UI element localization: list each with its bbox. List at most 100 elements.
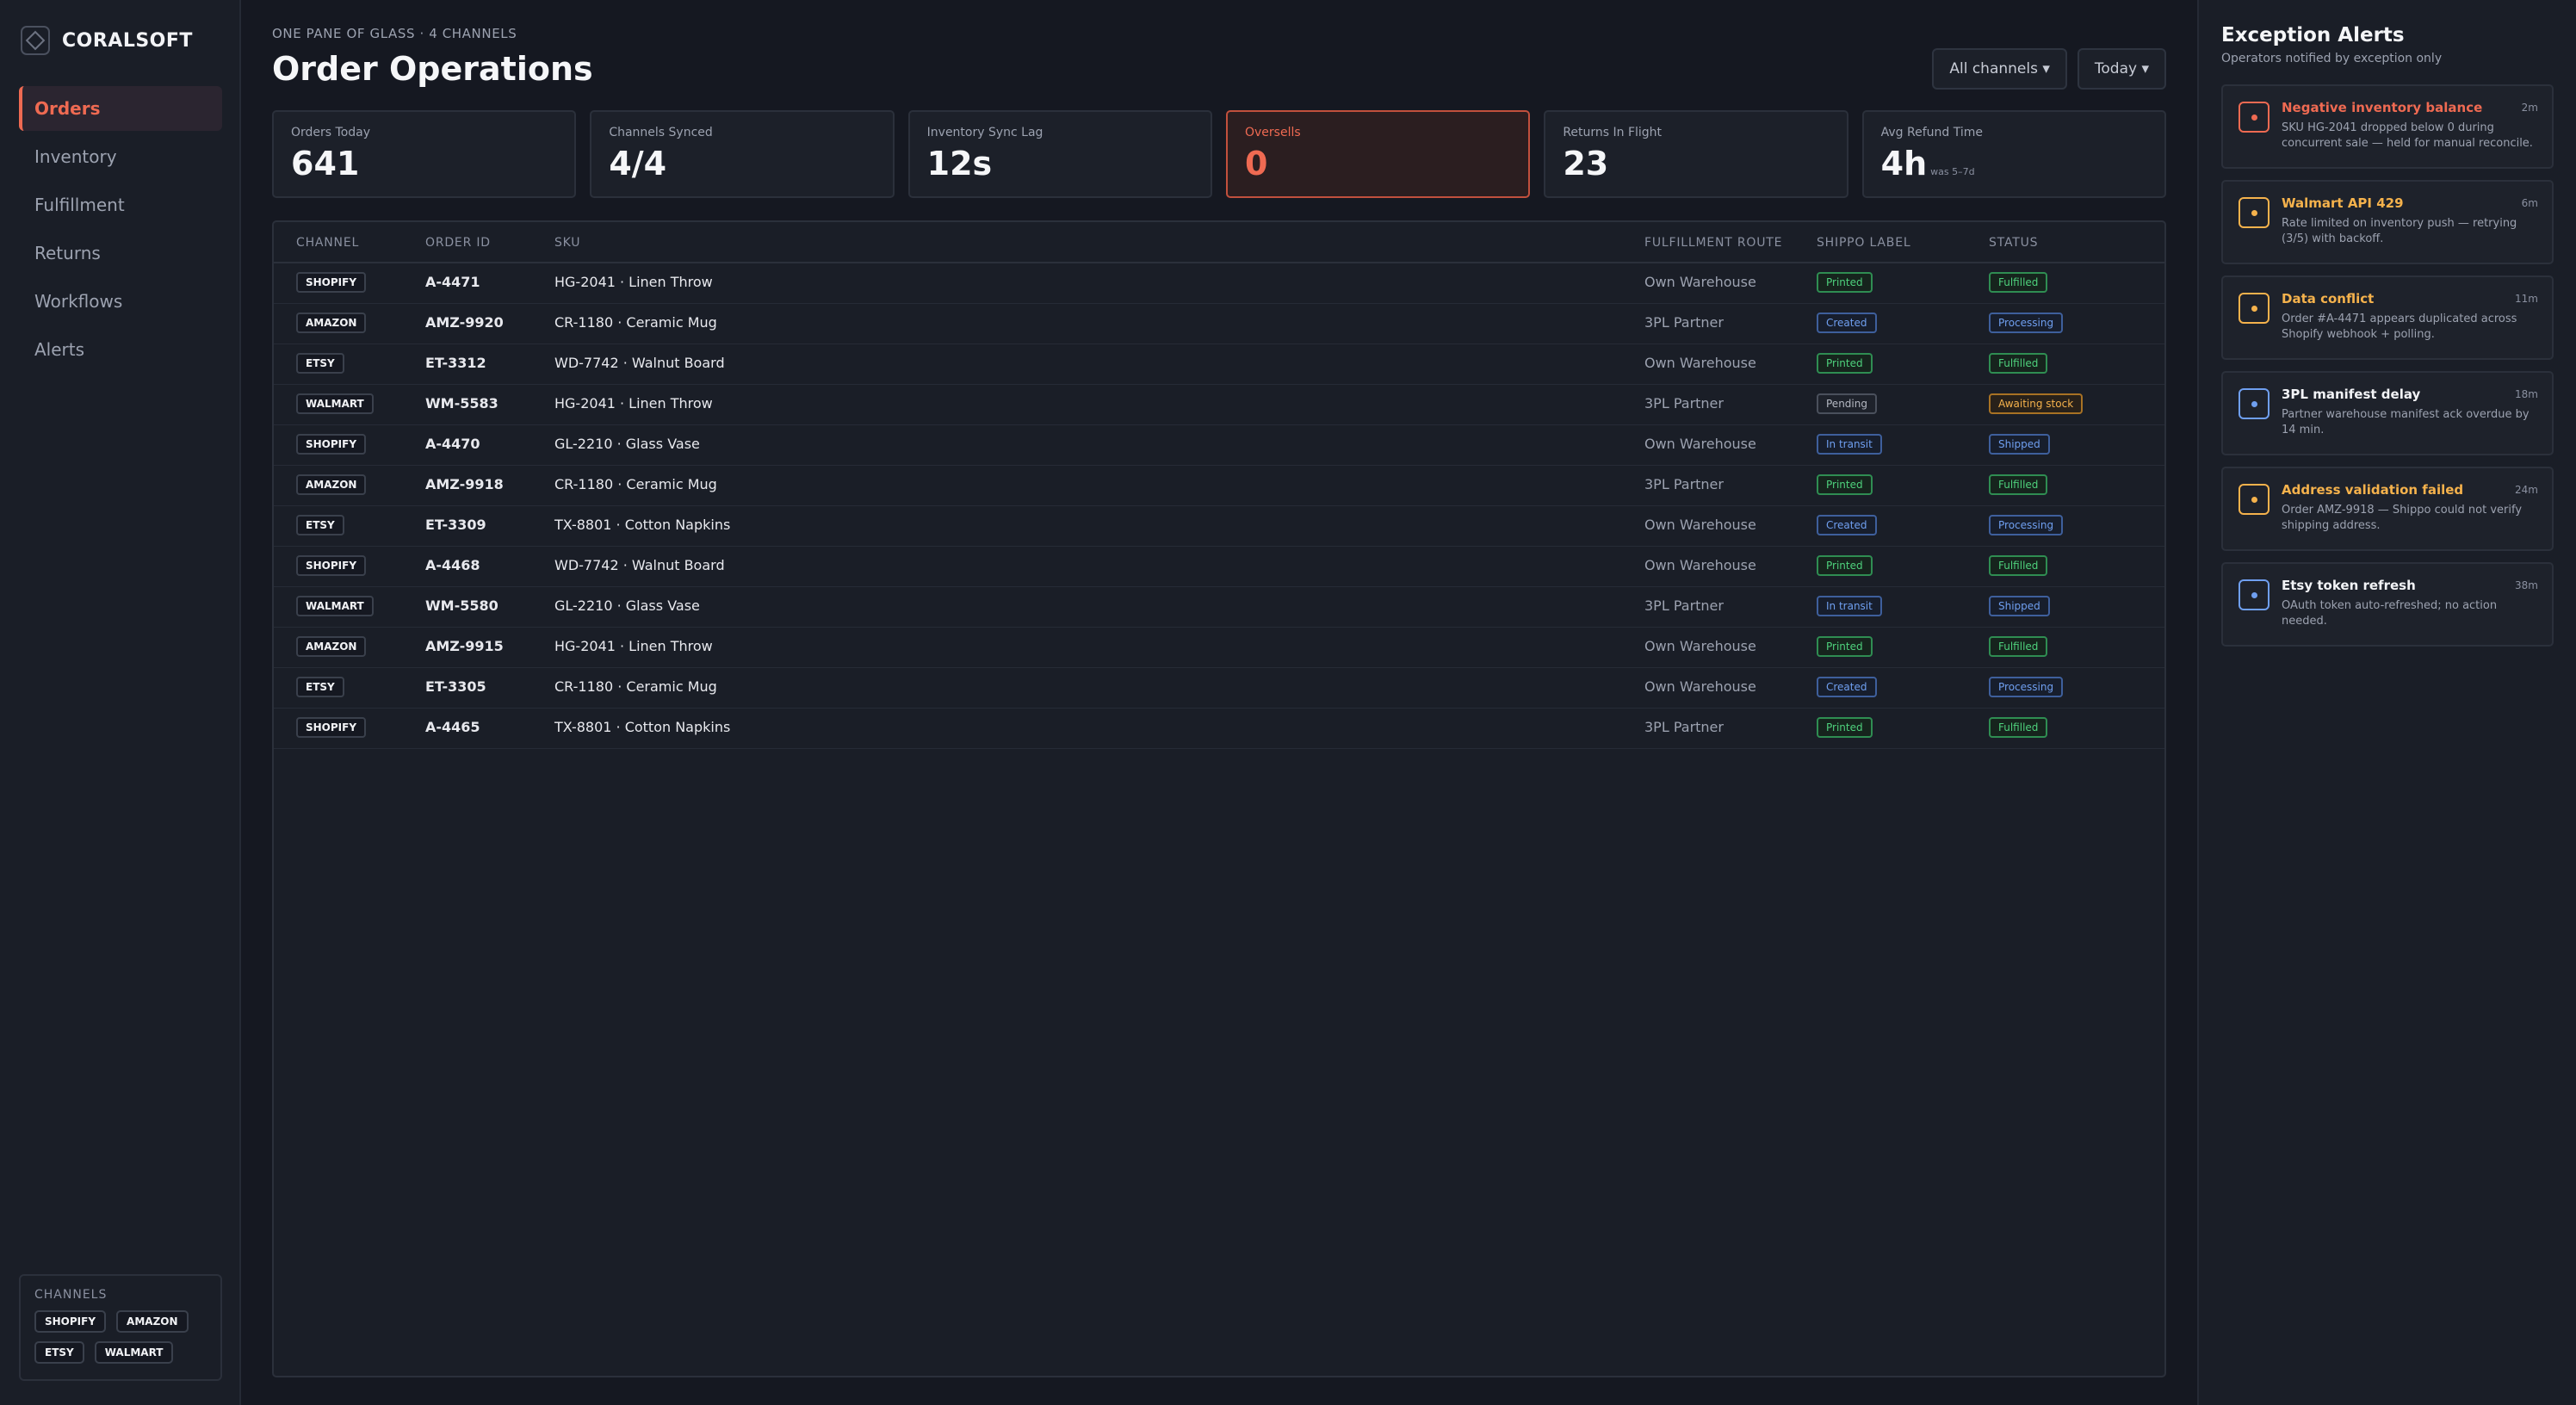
label-cell: Printed [1817, 272, 1873, 293]
label-cell: Pending [1817, 393, 1877, 414]
order-id[interactable]: A-4465 [425, 719, 480, 735]
table-row[interactable]: ETSY ET-3305 CR-1180 · Ceramic Mug Own Ware… [274, 668, 2164, 709]
channel-chip[interactable]: AMAZON [116, 1310, 189, 1333]
table-row[interactable]: AMAZON AMZ-9920 CR-1180 · Ceramic Mug 3PL P… [274, 304, 2164, 344]
column-header-channel[interactable]: CHANNEL [296, 236, 359, 250]
brand[interactable]: CORALSOFT [21, 26, 193, 55]
nav-item-fulfillment[interactable]: Fulfillment [19, 183, 222, 227]
table-row[interactable]: AMAZON AMZ-9918 CR-1180 · Ceramic Mug 3PL P… [274, 466, 2164, 506]
date-filter-dropdown[interactable]: Today ▾ [2077, 48, 2166, 90]
alert-title: Data conflict [2282, 291, 2375, 306]
order-id[interactable]: AMZ-9920 [425, 314, 504, 331]
alert-card[interactable]: Walmart API 429 6m Rate limited on invento… [2221, 180, 2554, 264]
channel-chip[interactable]: SHOPIFY [34, 1310, 107, 1333]
stat-value: 23 [1563, 145, 1609, 183]
alerts-subtitle: Operators notified by exception only [2221, 52, 2443, 65]
status-badge: Fulfilled [1989, 272, 2048, 293]
stat-card-channels-synced: Channels Synced 4/4 [590, 110, 895, 198]
stat-card-returns-in-flight: Returns In Flight 23 [1544, 110, 1848, 198]
channel-badge: ETSY [296, 515, 344, 535]
stat-label: Avg Refund Time [1880, 126, 1984, 139]
alert-body: Order #A-4471 appears duplicated across … [2282, 313, 2517, 341]
order-id[interactable]: A-4468 [425, 557, 480, 573]
table-row[interactable]: ETSY ET-3312 WD-7742 · Walnut Board Own War… [274, 344, 2164, 385]
channel-badge: AMAZON [296, 636, 367, 657]
order-id[interactable]: ET-3309 [425, 517, 486, 533]
alert-card[interactable]: Data conflict 11m Order #A-4471 appears du… [2221, 275, 2554, 360]
status-badge: Fulfilled [1989, 636, 2048, 657]
channels-filter-dropdown[interactable]: All channels ▾ [1932, 48, 2067, 90]
channel-badge: WALMART [296, 596, 374, 616]
column-header-status[interactable]: STATUS [1989, 236, 2038, 250]
stats-row: Orders Today 641 Channels Synced 4/4 Inv… [272, 110, 2166, 198]
status-cell: Shipped [1989, 434, 2050, 455]
order-id[interactable]: AMZ-9915 [425, 638, 504, 654]
channels-title: CHANNELS [34, 1288, 108, 1302]
table-row[interactable]: ETSY ET-3309 TX-8801 · Cotton Napkins Own W… [274, 506, 2164, 547]
stat-value: 4h was 5–7d [1881, 145, 2147, 183]
channel-badge: AMAZON [296, 474, 367, 495]
channel-cell: AMAZON [296, 474, 367, 495]
order-id[interactable]: ET-3312 [425, 355, 486, 371]
table-row[interactable]: SHOPIFY A-4471 HG-2041 · Linen Throw Own Wa… [274, 263, 2164, 304]
order-id[interactable]: WM-5583 [425, 395, 498, 412]
nav-item-orders[interactable]: Orders [19, 86, 222, 131]
shippo-label-badge: Created [1817, 313, 1877, 333]
table-row[interactable]: AMAZON AMZ-9915 HG-2041 · Linen Throw Own W… [274, 628, 2164, 668]
order-id[interactable]: WM-5580 [425, 597, 498, 614]
stat-card-inventory-sync-lag: Inventory Sync Lag 12s [907, 110, 1212, 198]
alert-title: Negative inventory balance [2282, 100, 2483, 115]
nav-item-alerts[interactable]: Alerts [19, 327, 222, 372]
alert-card[interactable]: Etsy token refresh 38m OAuth token auto-re… [2221, 562, 2554, 647]
page-eyebrow: ONE PANE OF GLASS · 4 CHANNELS [272, 26, 517, 41]
table-row[interactable]: WALMART WM-5583 HG-2041 · Linen Throw 3PL P… [274, 385, 2164, 425]
alert-card[interactable]: Address validation failed 24m Order AMZ-99… [2221, 467, 2554, 551]
sku: CR-1180 · Ceramic Mug [554, 678, 717, 695]
status-badge: Fulfilled [1989, 353, 2048, 374]
alert-time: 2m [2521, 102, 2538, 114]
alert-title: 3PL manifest delay [2282, 387, 2421, 402]
nav-item-returns[interactable]: Returns [19, 231, 222, 275]
table-row[interactable]: WALMART WM-5580 GL-2210 · Glass Vase 3PL Pa… [274, 587, 2164, 628]
status-cell: Fulfilled [1989, 636, 2048, 657]
alert-severity-icon [2239, 293, 2269, 324]
alert-severity-icon [2239, 484, 2269, 515]
table-row[interactable]: SHOPIFY A-4468 WD-7742 · Walnut Board Own W… [274, 547, 2164, 587]
order-id[interactable]: AMZ-9918 [425, 476, 504, 492]
channel-cell: SHOPIFY [296, 434, 367, 455]
sku: CR-1180 · Ceramic Mug [554, 314, 717, 331]
stat-card-orders-today: Orders Today 641 [272, 110, 577, 198]
fulfillment-route: 3PL Partner [1644, 719, 1724, 735]
stat-value: 4/4 [609, 145, 667, 183]
alert-time: 24m [2515, 484, 2538, 496]
shippo-label-badge: Created [1817, 515, 1877, 535]
status-badge: Shipped [1989, 434, 2050, 455]
stat-value: 0 [1244, 145, 1268, 183]
nav-item-inventory[interactable]: Inventory [19, 134, 222, 179]
channel-cell: SHOPIFY [296, 555, 367, 576]
order-id[interactable]: A-4471 [425, 274, 480, 290]
column-header-label[interactable]: SHIPPO LABEL [1817, 236, 1910, 250]
alert-card[interactable]: Negative inventory balance 2m SKU HG-2041 … [2221, 84, 2554, 169]
status-badge: Fulfilled [1989, 474, 2048, 495]
alert-list: Negative inventory balance 2m SKU HG-2041 … [2221, 84, 2554, 647]
alert-severity-icon [2239, 579, 2269, 610]
alert-time: 38m [2515, 579, 2538, 591]
sku: GL-2210 · Glass Vase [554, 436, 700, 452]
column-header-route[interactable]: FULFILLMENT ROUTE [1644, 236, 1782, 250]
filters: All channels ▾ Today ▾ [1932, 48, 2166, 90]
shippo-label-badge: In transit [1817, 434, 1882, 455]
table-row[interactable]: SHOPIFY A-4465 TX-8801 · Cotton Napkins 3PL… [274, 709, 2164, 749]
order-id[interactable]: ET-3305 [425, 678, 486, 695]
nav-item-workflows[interactable]: Workflows [19, 279, 222, 324]
label-cell: Printed [1817, 353, 1873, 374]
diamond-logo-icon [21, 26, 50, 55]
channel-chip[interactable]: WALMART [94, 1341, 174, 1364]
table-row[interactable]: SHOPIFY A-4470 GL-2210 · Glass Vase Own War… [274, 425, 2164, 466]
stat-value: 641 [291, 145, 360, 183]
column-header-order-id[interactable]: ORDER ID [425, 236, 491, 250]
order-id[interactable]: A-4470 [425, 436, 480, 452]
column-header-sku[interactable]: SKU [554, 236, 580, 250]
alert-card[interactable]: 3PL manifest delay 18m Partner warehouse m… [2221, 371, 2554, 455]
channel-chip[interactable]: ETSY [34, 1341, 84, 1364]
